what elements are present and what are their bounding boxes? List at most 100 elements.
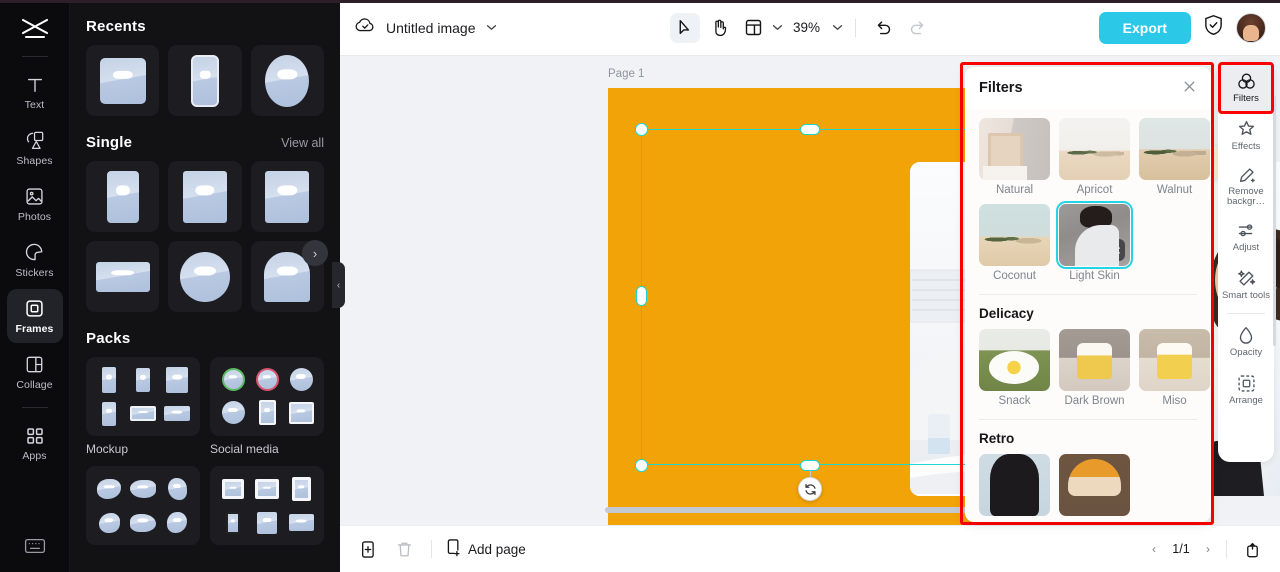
frame-thumb [265, 54, 310, 107]
mini [289, 367, 313, 391]
filter-natural[interactable]: Natural [979, 118, 1050, 196]
right-tool-label: Arrange [1229, 394, 1263, 406]
recents-title: Recents [86, 18, 146, 35]
cloud-sync-icon[interactable] [354, 16, 376, 39]
mini [98, 512, 120, 533]
resize-handle-left-middle[interactable] [636, 286, 647, 306]
frame-tile-oval[interactable] [250, 45, 324, 116]
pack-label: Social media [210, 442, 279, 456]
sliders-icon[interactable] [1103, 239, 1125, 261]
hand-tool-button[interactable] [704, 13, 734, 43]
filter-label: Light Skin [1069, 270, 1120, 282]
shield-check-icon[interactable] [1203, 14, 1224, 41]
resize-handle-bottom-center[interactable] [800, 460, 820, 471]
frame-tile-portrait-2[interactable] [250, 161, 324, 232]
mini [221, 401, 245, 425]
filter-retro-2[interactable] [1059, 454, 1130, 516]
next-page-button[interactable]: › [1201, 540, 1215, 558]
resize-handle-top-center[interactable] [800, 124, 820, 135]
mini [136, 368, 150, 393]
top-toolbar-left: Untitled image [354, 16, 497, 39]
sidebar-item-frames[interactable]: Frames [6, 289, 63, 343]
prev-page-button[interactable]: ‹ [1147, 540, 1161, 558]
rotate-handle[interactable] [798, 477, 822, 501]
zoom-level-value[interactable]: 39% [793, 20, 820, 35]
panel-collapse-handle[interactable]: ‹ [332, 262, 345, 308]
right-tool-opacity[interactable]: Opacity [1218, 318, 1274, 366]
undo-button[interactable] [868, 13, 898, 43]
add-page-label: Add page [468, 541, 526, 557]
effects-icon [1236, 120, 1256, 140]
collage-icon [24, 354, 46, 376]
sidebar-item-collage[interactable]: Collage [7, 345, 63, 399]
filter-retro-1[interactable] [979, 454, 1050, 516]
select-tool-button[interactable] [670, 12, 700, 43]
right-tool-remove-background[interactable]: Remove backgr… [1218, 160, 1274, 213]
frame-tile-square[interactable] [86, 45, 160, 116]
pack-polaroid[interactable] [210, 466, 324, 551]
sidebar-item-text[interactable]: Text [7, 65, 63, 119]
filters-panel-title: Filters [979, 80, 1023, 96]
filter-label: Apricot [1076, 184, 1113, 196]
zoom-chevron-down-icon[interactable] [832, 22, 843, 34]
close-icon[interactable] [1182, 79, 1197, 98]
sidebar-item-shapes[interactable]: Shapes [7, 121, 63, 175]
export-page-icon[interactable] [1238, 535, 1266, 563]
mini [166, 367, 188, 394]
right-tool-arrange[interactable]: Arrange [1218, 366, 1274, 414]
right-tool-adjust[interactable]: Adjust [1218, 213, 1274, 261]
right-rail-divider [1227, 312, 1265, 314]
right-tool-filters[interactable]: Filters [1218, 64, 1274, 112]
mini [255, 367, 279, 391]
export-button[interactable]: Export [1098, 11, 1191, 44]
frame-tile-wide[interactable] [86, 241, 160, 312]
redo-button[interactable] [902, 13, 932, 43]
right-tool-smart-tools[interactable]: Smart tools [1218, 261, 1274, 309]
right-rail-scrollbar[interactable] [1273, 96, 1276, 346]
document-title[interactable]: Untitled image [386, 20, 476, 36]
view-all-link[interactable]: View all [281, 136, 324, 150]
pack-thumb [210, 357, 324, 436]
frame-thumb [182, 170, 227, 223]
filter-snack[interactable]: Snack [979, 329, 1050, 407]
user-avatar[interactable] [1236, 12, 1266, 43]
resize-handle-bottom-left[interactable] [635, 459, 648, 472]
sidebar-item-stickers[interactable]: Stickers [7, 233, 63, 287]
add-page-button[interactable]: Add page [445, 538, 526, 560]
filter-light-skin[interactable]: Light Skin [1056, 201, 1133, 282]
bottom-divider [431, 540, 432, 558]
pack-blob[interactable] [86, 466, 200, 551]
filter-label: Coconut [993, 270, 1036, 282]
frame-tile-portrait[interactable] [168, 161, 242, 232]
filter-miso[interactable]: Miso [1139, 329, 1210, 407]
panel-next-arrow[interactable]: › [302, 240, 328, 266]
layout-tool-button[interactable] [738, 13, 768, 43]
duplicate-page-icon[interactable] [354, 535, 382, 563]
sidebar-item-photos[interactable]: Photos [7, 177, 63, 231]
pack-social-media[interactable]: Social media [210, 357, 324, 456]
filter-coconut[interactable]: Coconut [979, 204, 1050, 282]
frame-tile-phone[interactable] [168, 45, 242, 116]
mini [288, 401, 314, 424]
filter-walnut[interactable]: Walnut [1139, 118, 1210, 196]
app-logo-icon[interactable] [15, 12, 55, 46]
remove-background-icon [1236, 165, 1256, 185]
sidebar-label-collage: Collage [16, 378, 53, 391]
filter-dark-brown[interactable]: Dark Brown [1059, 329, 1130, 407]
document-title-chevron-down-icon[interactable] [486, 22, 497, 34]
frame-tile-tall[interactable] [86, 161, 160, 232]
filter-apricot[interactable]: Apricot [1059, 118, 1130, 196]
filters-panel-body[interactable]: Natural Apricot Walnut Coconut Light Ski… [965, 109, 1211, 522]
keyboard-icon[interactable] [24, 537, 46, 560]
adjust-icon [1236, 221, 1256, 241]
filter-thumbnail [1059, 118, 1130, 180]
right-tool-effects[interactable]: Effects [1218, 112, 1274, 160]
pack-mockup[interactable]: Mockup [86, 357, 200, 456]
trash-icon[interactable] [390, 535, 418, 563]
resize-handle-top-left[interactable] [635, 123, 648, 136]
filter-thumbnail [979, 454, 1050, 516]
frame-tile-circle[interactable] [168, 241, 242, 312]
sidebar-item-apps[interactable]: Apps [7, 416, 63, 470]
layout-chevron-down-icon[interactable] [772, 22, 783, 34]
